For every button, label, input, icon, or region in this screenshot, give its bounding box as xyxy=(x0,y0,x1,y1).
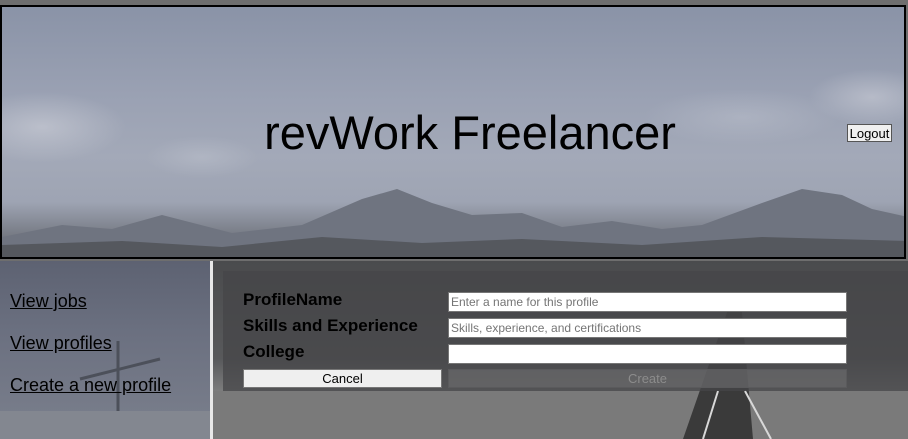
create-button[interactable]: Create xyxy=(448,369,847,388)
header-banner: revWork Freelancer xyxy=(0,5,906,259)
skills-experience-input[interactable] xyxy=(448,318,847,338)
college-input[interactable] xyxy=(448,344,847,364)
main-content: ProfileName Skills and Experience Colleg… xyxy=(213,261,908,439)
profile-name-input[interactable] xyxy=(448,292,847,312)
sidebar-link-create-profile[interactable]: Create a new profile xyxy=(10,375,171,396)
college-label: College xyxy=(243,342,305,361)
skills-experience-label: Skills and Experience xyxy=(243,316,418,335)
sidebar-link-view-profiles[interactable]: View profiles xyxy=(10,333,112,354)
profile-name-label: ProfileName xyxy=(243,290,343,309)
sidebar: View jobs View profiles Create a new pro… xyxy=(0,261,210,439)
logout-button[interactable]: Logout xyxy=(847,124,892,142)
sidebar-link-view-jobs[interactable]: View jobs xyxy=(10,291,87,312)
cancel-button[interactable]: Cancel xyxy=(243,369,442,388)
app-title: revWork Freelancer xyxy=(264,106,676,159)
create-profile-form: ProfileName Skills and Experience Colleg… xyxy=(223,271,908,391)
